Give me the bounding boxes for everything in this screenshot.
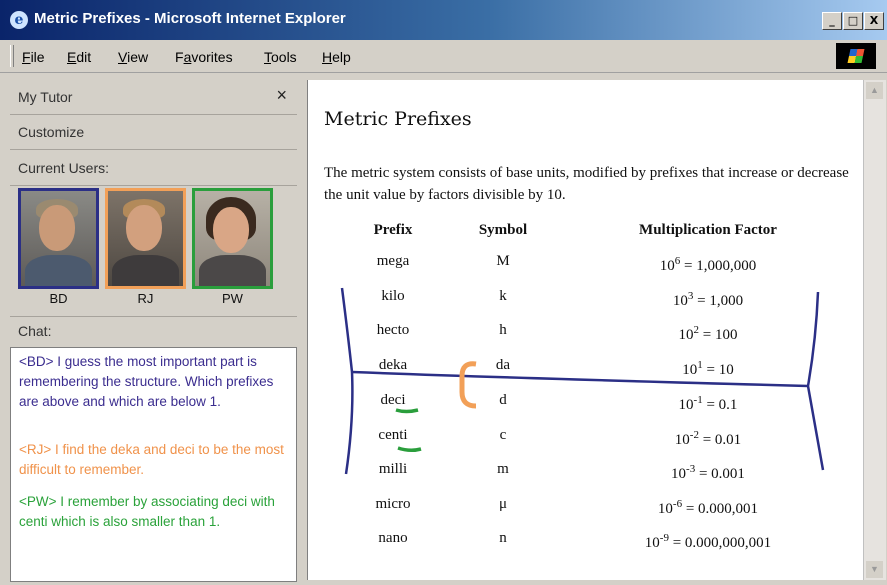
avatar-bd[interactable] [18,188,99,289]
sidebar-header: My Tutor × [10,80,297,115]
chat-message-bd: <BD> I guess the most important part is … [19,354,274,409]
menu-tools[interactable]: Tools [264,49,297,65]
user-name-bd: BD [49,291,68,306]
menu-favorites[interactable]: Favorites [175,49,233,65]
ie-logo-icon: e [10,11,28,29]
tutor-sidebar: My Tutor × Customize Current Users: BD R… [10,80,297,582]
scroll-up-arrow-icon[interactable]: ▲ [866,82,883,99]
menu-view[interactable]: View [118,49,148,65]
users-panel: BD RJ PW [10,188,297,317]
annotation-deci-underline [395,408,419,414]
avatar-pw[interactable] [192,188,273,289]
customize-item[interactable]: Customize [10,115,297,150]
menu-help[interactable]: Help [322,49,351,65]
customize-label: Customize [18,124,85,140]
annotation-orange-bracket [459,361,477,409]
window-title: Metric Prefixes - Microsoft Internet Exp… [34,10,346,27]
close-button[interactable]: X [864,12,884,30]
title-bar: e Metric Prefixes - Microsoft Internet E… [0,0,887,40]
annotation-centi-underline [397,446,422,453]
minimize-button[interactable]: _ [822,12,842,30]
menu-grip-handle[interactable] [10,45,14,67]
user-name-rj: RJ [137,291,154,306]
chat-message-rj: <RJ> I find the deka and deci to be the … [19,442,284,477]
menu-file[interactable]: File [22,49,45,65]
chat-log[interactable]: <BD> I guess the most important part is … [10,347,297,582]
handwritten-annotations [340,287,825,475]
chat-message-pw: <PW> I remember by associating deci with… [19,494,275,529]
browser-window: e Metric Prefixes - Microsoft Internet E… [0,0,887,585]
annotation-right-bracket [806,291,825,471]
user-name-pw: PW [222,291,243,306]
chat-header: Chat: [10,317,297,348]
avatar-rj[interactable] [105,188,186,289]
close-sidebar-icon[interactable]: × [276,85,287,106]
menu-bar: File Edit View Favorites Tools Help [0,40,887,73]
maximize-button[interactable]: □ [843,12,863,30]
sidebar-title: My Tutor [18,89,73,105]
current-users-label: Current Users: [18,160,110,176]
windows-logo-icon [836,43,876,69]
scroll-down-arrow-icon[interactable]: ▼ [866,561,883,578]
annotation-divider-line [351,370,809,388]
annotation-left-bracket [340,287,354,475]
current-users-header: Current Users: [10,151,297,186]
web-content: Metric Prefixes The metric system consis… [307,80,864,580]
vertical-scrollbar[interactable]: ▲ ▼ [863,80,886,580]
menu-edit[interactable]: Edit [67,49,91,65]
chat-label: Chat: [18,323,52,339]
